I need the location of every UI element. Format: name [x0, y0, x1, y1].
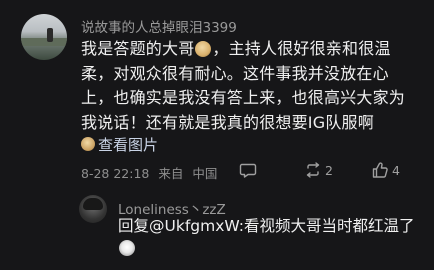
comment-screen: 说故事的人总掉眼泪3399 我是答题的大哥 ，主持人很好很亲和很温柔，对观众很有耐…	[0, 0, 434, 270]
like-icon	[372, 162, 388, 178]
comment-date: 8-28 22:18	[81, 166, 150, 181]
comment-button[interactable]	[239, 160, 257, 180]
repost-count: 2	[325, 162, 333, 178]
image-icon	[81, 137, 95, 151]
reply-avatar[interactable]	[79, 195, 107, 223]
avatar-figure	[47, 28, 53, 42]
repost-icon	[306, 162, 320, 178]
avatar-landscape	[21, 38, 67, 46]
comment-text: 我是答题的大哥 ，主持人很好很亲和很温柔，对观众很有耐心。这件事我并没放在心上，也…	[81, 37, 421, 135]
like-button[interactable]: 4	[371, 160, 400, 180]
repost-button[interactable]: 2	[304, 160, 333, 180]
comment-text-part1: 我是答题的大哥	[81, 39, 195, 58]
reply-text-content: 回复@UkfgmxW:看视频大哥当时都红温了	[118, 217, 415, 235]
reply-avatar-hair	[83, 198, 103, 210]
like-count: 4	[392, 162, 400, 178]
view-image-link[interactable]: 查看图片	[81, 134, 158, 154]
commenter-username[interactable]: 说故事的人总掉眼泪3399	[81, 16, 237, 36]
view-image-label: 查看图片	[98, 135, 159, 154]
comment-icon	[239, 163, 257, 178]
face-emoji	[195, 41, 212, 57]
shocked-face-emoji	[119, 240, 135, 256]
commenter-avatar[interactable]	[21, 14, 67, 60]
reply-text: 回复@UkfgmxW:看视频大哥当时都红温了	[118, 215, 430, 259]
comment-actions: 2 4	[174, 160, 434, 180]
